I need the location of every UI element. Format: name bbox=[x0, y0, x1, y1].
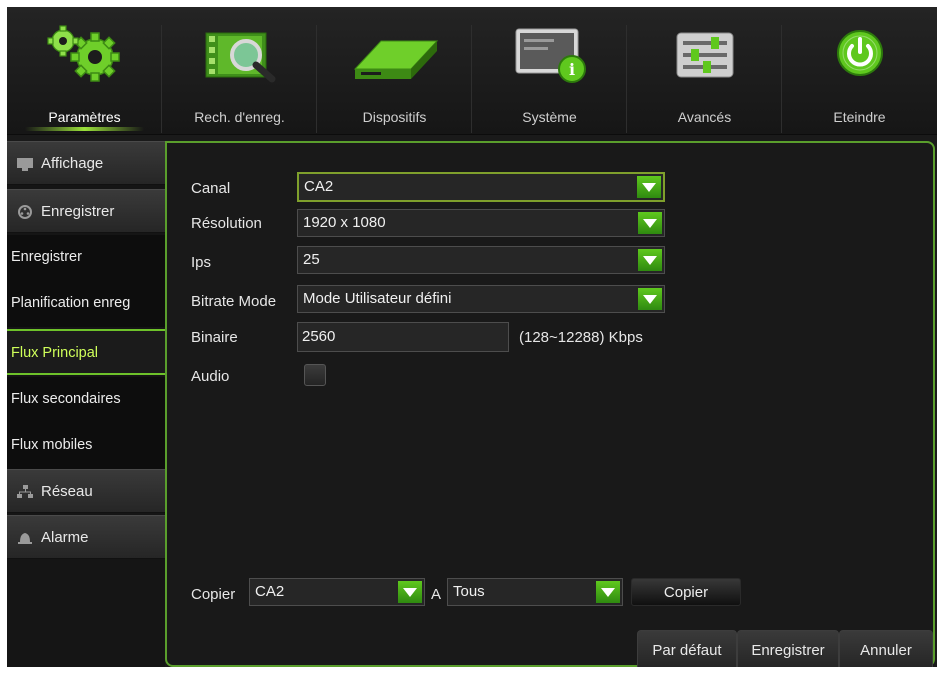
svg-text:i: i bbox=[568, 60, 574, 79]
sidebar-item-label: Enregistrer bbox=[11, 249, 82, 265]
sidebar-category-label: Affichage bbox=[41, 155, 104, 172]
tab-label: Eteindre bbox=[833, 109, 886, 125]
tab-recherche-enregistrement[interactable]: Rech. d'enreg. bbox=[162, 7, 317, 135]
ips-label: Ips bbox=[191, 254, 212, 271]
tab-label: Paramètres bbox=[48, 109, 121, 125]
canal-select[interactable]: CA2 bbox=[297, 172, 665, 202]
record-reel-icon bbox=[18, 205, 32, 219]
copy-to-label: A bbox=[431, 586, 442, 603]
sidebar-category-label: Enregistrer bbox=[41, 203, 115, 220]
alarm-bell-icon bbox=[18, 533, 32, 544]
bitrate-mode-select[interactable]: Mode Utilisateur défini bbox=[297, 285, 665, 313]
sidebar-item-flux-principal[interactable]: Flux Principal bbox=[7, 329, 165, 375]
resolution-select[interactable]: 1920 x 1080 bbox=[297, 209, 665, 237]
tab-label: Rech. d'enreg. bbox=[194, 109, 285, 125]
binaire-input[interactable]: 2560 bbox=[297, 322, 509, 352]
display-icon bbox=[17, 158, 33, 171]
sidebar-item-label: Planification enreg bbox=[11, 295, 131, 311]
binaire-value: 2560 bbox=[302, 328, 336, 345]
copy-to-value: Tous bbox=[453, 583, 485, 600]
copy-to-select[interactable]: Tous bbox=[447, 578, 623, 606]
tab-avances[interactable]: Avancés bbox=[627, 7, 782, 135]
default-button[interactable]: Par défaut bbox=[637, 630, 737, 667]
sidebar-item-enregistrer[interactable]: Enregistrer bbox=[7, 235, 165, 281]
dropdown-arrow-icon[interactable] bbox=[638, 288, 662, 310]
sidebar-category-label: Alarme bbox=[41, 529, 89, 546]
bitrate-mode-label: Bitrate Mode bbox=[191, 293, 277, 310]
tab-systeme[interactable]: i Système bbox=[472, 7, 627, 135]
copier-label: Copier bbox=[191, 586, 236, 603]
dropdown-arrow-icon[interactable] bbox=[596, 581, 620, 603]
film-search-icon bbox=[205, 32, 275, 83]
audio-label: Audio bbox=[191, 368, 230, 385]
sidebar-item-label: Flux Principal bbox=[11, 345, 99, 361]
sidebar-category-label: Réseau bbox=[41, 483, 93, 500]
sliders-icon bbox=[676, 32, 733, 78]
sidebar-category-affichage[interactable]: Affichage bbox=[7, 141, 165, 185]
tab-label: Système bbox=[522, 109, 577, 125]
dropdown-arrow-icon[interactable] bbox=[637, 176, 661, 198]
dropdown-arrow-icon[interactable] bbox=[638, 212, 662, 234]
bitrate-mode-value: Mode Utilisateur défini bbox=[303, 290, 452, 307]
flux-principal-panel: Canal CA2 Résolution 1920 x 1080 Ips 25 … bbox=[165, 141, 935, 667]
tab-eteindre[interactable]: Eteindre bbox=[782, 7, 937, 135]
power-icon bbox=[836, 30, 883, 76]
ips-select[interactable]: 25 bbox=[297, 246, 665, 274]
ips-value: 25 bbox=[303, 251, 320, 268]
save-button[interactable]: Enregistrer bbox=[737, 630, 839, 667]
top-navigation: Paramètres Rech. d'enreg. Dispositifs i … bbox=[7, 7, 937, 135]
tab-parametres[interactable]: Paramètres bbox=[7, 7, 162, 135]
sidebar-item-label: Flux mobiles bbox=[11, 437, 93, 453]
cancel-button[interactable]: Annuler bbox=[839, 630, 933, 667]
monitor-info-icon: i bbox=[515, 28, 586, 83]
tab-label: Dispositifs bbox=[362, 109, 427, 125]
sidebar-item-flux-mobiles[interactable]: Flux mobiles bbox=[7, 423, 165, 469]
active-tab-indicator bbox=[25, 127, 144, 131]
hard-drive-icon bbox=[353, 40, 438, 79]
tab-label: Avancés bbox=[677, 109, 732, 125]
binaire-range: (128~12288) Kbps bbox=[519, 329, 643, 346]
resolution-value: 1920 x 1080 bbox=[303, 214, 386, 231]
gears-icon bbox=[46, 25, 120, 82]
copy-from-select[interactable]: CA2 bbox=[249, 578, 425, 606]
tab-dispositifs[interactable]: Dispositifs bbox=[317, 7, 472, 135]
dropdown-arrow-icon[interactable] bbox=[398, 581, 422, 603]
dvr-settings-screen: Paramètres Rech. d'enreg. Dispositifs i … bbox=[7, 7, 937, 667]
copy-button[interactable]: Copier bbox=[631, 578, 741, 606]
resolution-label: Résolution bbox=[191, 215, 262, 232]
network-icon bbox=[17, 485, 33, 498]
sidebar-category-enregistrer[interactable]: Enregistrer bbox=[7, 189, 165, 233]
canal-label: Canal bbox=[191, 180, 231, 197]
audio-checkbox[interactable] bbox=[304, 364, 326, 386]
dropdown-arrow-icon[interactable] bbox=[638, 249, 662, 271]
canal-value: CA2 bbox=[304, 178, 334, 195]
sidebar-item-planification[interactable]: Planification enreg bbox=[7, 281, 165, 327]
sidebar-category-reseau[interactable]: Réseau bbox=[7, 469, 165, 513]
binaire-label: Binaire bbox=[191, 329, 238, 346]
settings-sidebar: Affichage Enregistrer Enregistrer Planif… bbox=[7, 141, 165, 667]
sidebar-category-alarme[interactable]: Alarme bbox=[7, 515, 165, 559]
sidebar-item-label: Flux secondaires bbox=[11, 391, 121, 407]
sidebar-item-flux-secondaires[interactable]: Flux secondaires bbox=[7, 377, 165, 423]
copy-from-value: CA2 bbox=[255, 583, 285, 600]
